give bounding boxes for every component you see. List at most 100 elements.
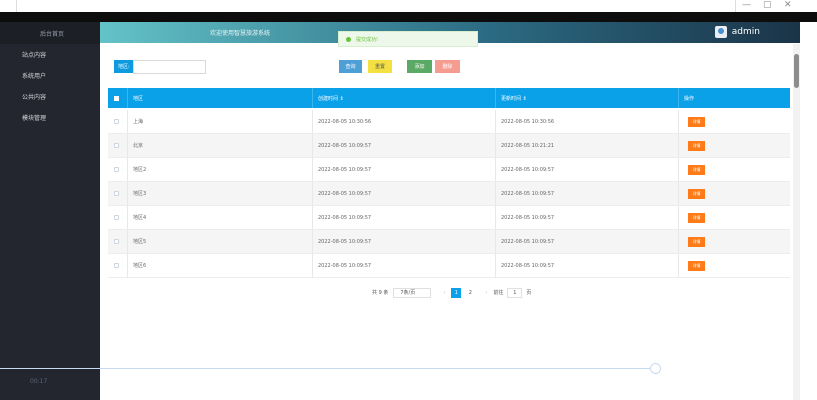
cell-created-time: 2022-08-05 10:09:57 xyxy=(318,142,372,149)
success-icon xyxy=(346,36,351,42)
cell-actions: 详情 xyxy=(688,182,705,205)
reset-button[interactable]: 重置 xyxy=(368,60,392,73)
video-timestamp: 00:17 xyxy=(30,378,48,385)
app-window: — ▢ ✕ 后台首页 站点内容 系统用户 公共内容 模块管理 00:17 欢迎使… xyxy=(0,0,817,400)
page-2-button[interactable]: 2 xyxy=(465,288,475,298)
sidebar-home[interactable]: 后台首页 xyxy=(0,22,100,44)
table-header: 地区 创建时间 ⇕ 更新时间 ⇕ 操作 xyxy=(108,88,790,108)
avatar-icon xyxy=(714,26,727,38)
region-filter-label: 地区: xyxy=(114,60,134,73)
cell-actions: 详情 xyxy=(688,110,705,133)
cell-created-time: 2022-08-05 10:09:57 xyxy=(318,238,372,245)
cell-created-time: 2022-08-05 10:09:57 xyxy=(318,214,372,221)
cell-updated-time: 2022-08-05 10:30:56 xyxy=(501,118,555,125)
checkbox-icon xyxy=(114,191,119,196)
cell-actions: 详情 xyxy=(688,206,705,229)
cell-actions: 详情 xyxy=(688,134,705,157)
cell-region: 地区3 xyxy=(133,191,147,197)
checkbox-icon xyxy=(114,215,119,220)
success-toast: 提交成功! xyxy=(338,31,478,47)
sidebar-item-system-users[interactable]: 系统用户 xyxy=(0,65,100,86)
cell-updated-time: 2022-08-05 10:09:57 xyxy=(501,190,555,197)
cell-created-time: 2022-08-05 10:09:57 xyxy=(318,190,372,197)
pagination: 共 9 条 7条/页 ‹ 1 2 › 前往 1 页 xyxy=(372,287,531,298)
cell-actions: 详情 xyxy=(688,158,705,181)
cell-updated-time: 2022-08-05 10:09:57 xyxy=(501,214,555,221)
detail-button[interactable]: 详情 xyxy=(688,140,705,151)
cell-actions: 详情 xyxy=(688,254,705,277)
table-row[interactable]: 地区6 2022-08-05 10:09:57 2022-08-05 10:09:5… xyxy=(108,254,790,278)
table-row[interactable]: 地区5 2022-08-05 10:09:57 2022-08-05 10:09:5… xyxy=(108,230,790,254)
checkbox-icon xyxy=(114,239,119,244)
cell-region: 地区4 xyxy=(133,215,147,221)
detail-button[interactable]: 详情 xyxy=(688,188,705,199)
detail-button[interactable]: 详情 xyxy=(688,164,705,175)
user-menu[interactable]: admin xyxy=(714,26,760,38)
detail-button[interactable]: 详情 xyxy=(688,260,705,271)
cell-updated-time: 2022-08-05 10:09:57 xyxy=(501,166,555,173)
table-row[interactable]: 北京 2022-08-05 10:09:57 2022-08-05 10:21:21… xyxy=(108,134,790,158)
row-checkbox[interactable] xyxy=(114,110,119,133)
checkbox-icon xyxy=(114,95,119,101)
row-checkbox[interactable] xyxy=(114,134,119,157)
cell-region: 地区6 xyxy=(133,263,147,269)
sidebar-item-module-management[interactable]: 模块管理 xyxy=(0,107,100,128)
page-1-button[interactable]: 1 xyxy=(451,287,462,298)
column-header-region[interactable]: 地区 xyxy=(133,88,143,108)
checkbox-icon xyxy=(114,119,119,124)
delete-button[interactable]: 删除 xyxy=(435,60,460,73)
video-progress-bar[interactable] xyxy=(0,368,650,369)
checkbox-icon xyxy=(114,143,119,148)
sidebar-item-public-content[interactable]: 公共内容 xyxy=(0,86,100,107)
welcome-text: 欢迎使用智慧旅游系统 xyxy=(210,30,271,37)
goto-label: 前往 xyxy=(493,290,504,296)
row-checkbox[interactable] xyxy=(114,230,119,253)
page-scrollbar[interactable] xyxy=(793,44,800,400)
column-header-actions: 操作 xyxy=(684,95,695,102)
add-button[interactable]: 添加 xyxy=(407,60,432,73)
cell-created-time: 2022-08-05 10:09:57 xyxy=(318,166,372,173)
table-row[interactable]: 地区2 2022-08-05 10:09:57 2022-08-05 10:09:5… xyxy=(108,158,790,182)
goto-page-suffix: 页 xyxy=(526,290,532,296)
region-filter-input[interactable] xyxy=(133,60,206,74)
sidebar-item-site-content[interactable]: 站点内容 xyxy=(0,44,100,65)
prev-page-icon[interactable]: ‹ xyxy=(443,290,445,296)
table-row[interactable]: 地区3 2022-08-05 10:09:57 2022-08-05 10:09:5… xyxy=(108,182,790,206)
title-strip xyxy=(0,0,817,12)
right-margin xyxy=(800,22,817,400)
cell-updated-time: 2022-08-05 10:21:21 xyxy=(501,142,555,149)
cell-created-time: 2022-08-05 10:09:57 xyxy=(318,262,372,269)
table-row[interactable]: 上海 2022-08-05 10:30:56 2022-08-05 10:30:56… xyxy=(108,110,790,134)
video-progress-knob[interactable] xyxy=(650,363,661,374)
search-button[interactable]: 查询 xyxy=(339,60,362,73)
cell-actions: 详情 xyxy=(688,230,705,253)
cell-region: 北京 xyxy=(133,143,144,149)
cell-created-time: 2022-08-05 10:30:56 xyxy=(318,118,372,125)
checkbox-icon xyxy=(114,167,119,172)
column-header-updated[interactable]: 更新时间 ⇕ xyxy=(501,88,527,108)
scrollbar-thumb[interactable] xyxy=(794,54,799,88)
checkbox-icon xyxy=(114,263,119,268)
select-all-checkbox[interactable] xyxy=(114,88,119,108)
cell-region: 上海 xyxy=(133,119,144,125)
row-checkbox[interactable] xyxy=(114,158,119,181)
cell-updated-time: 2022-08-05 10:09:57 xyxy=(501,238,555,245)
cell-region: 地区2 xyxy=(133,167,147,173)
cell-region: 地区5 xyxy=(133,239,147,245)
top-black-bar xyxy=(0,12,817,22)
row-checkbox[interactable] xyxy=(114,254,119,277)
detail-button[interactable]: 详情 xyxy=(688,212,705,223)
cell-updated-time: 2022-08-05 10:09:57 xyxy=(501,262,555,269)
row-checkbox[interactable] xyxy=(114,182,119,205)
detail-button[interactable]: 详情 xyxy=(688,236,705,247)
pagination-total: 共 9 条 xyxy=(372,290,389,296)
row-checkbox[interactable] xyxy=(114,206,119,229)
goto-page-input[interactable]: 1 xyxy=(507,287,523,298)
table-row[interactable]: 地区4 2022-08-05 10:09:57 2022-08-05 10:09:5… xyxy=(108,206,790,230)
page-size-select[interactable]: 7条/页 xyxy=(393,287,432,298)
next-page-icon[interactable]: › xyxy=(485,290,487,296)
toast-message: 提交成功! xyxy=(356,36,379,43)
column-header-created[interactable]: 创建时间 ⇕ xyxy=(318,88,344,108)
sidebar: 后台首页 站点内容 系统用户 公共内容 模块管理 00:17 xyxy=(0,22,100,400)
detail-button[interactable]: 详情 xyxy=(688,116,705,127)
